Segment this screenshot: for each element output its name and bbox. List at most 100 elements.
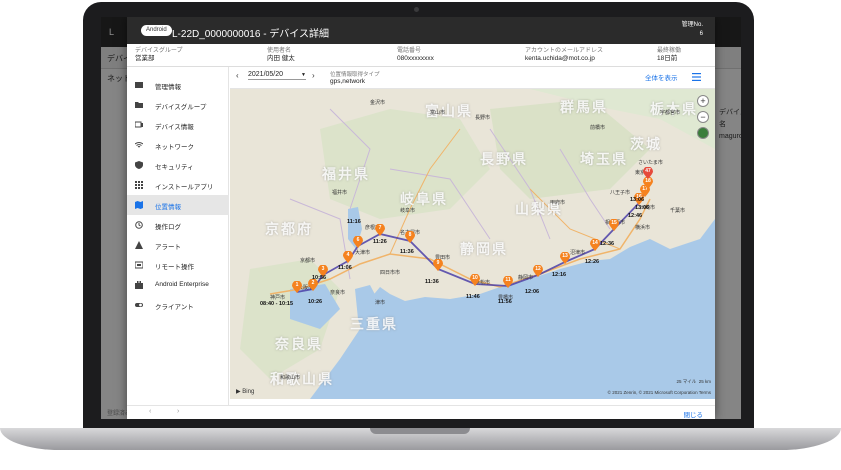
info-device-group: デバイスグループ 営業部 (135, 48, 183, 62)
map-region-label: 三重県 (350, 316, 398, 332)
pin-number: 12 (535, 266, 541, 272)
map-region-label: 福井県 (322, 166, 370, 182)
laptop-frame: L デバイス ネットワーク デバイス名maguro 登録済み Android L… (0, 0, 841, 470)
close-button[interactable]: 閉じる (684, 409, 704, 419)
device-info-row: デバイスグループ 営業部 使用者名 内田 健太 電話番号 080xxxxxxxx アカ… (127, 44, 715, 67)
sidebar-item-label: クライアント (155, 304, 194, 311)
pin-time-label: 11:06 (338, 265, 352, 271)
location-pin[interactable]: 47 (643, 167, 653, 179)
map-city-label: 横浜市 (635, 225, 651, 231)
zoom-in-button[interactable]: + (697, 95, 709, 107)
location-map[interactable]: 富山県 群馬県 長野県 埼玉県 福井県 岐阜県 山梨県 京都府 静岡県 三重県 奈良県 和歌山県 茨城栃… (230, 89, 715, 399)
location-pin[interactable]: 13 (560, 252, 570, 264)
pin-number: 11 (505, 277, 511, 283)
mgmt-number: 管理No. 6 (682, 21, 703, 39)
location-pin[interactable]: 11 (503, 276, 513, 288)
sidebar-item-history[interactable]: 操作ログ (127, 215, 229, 235)
briefcase-icon (135, 281, 143, 289)
pin-time-label: 11:26 (373, 239, 387, 245)
location-type-label: 位置情報取得タイプ (330, 72, 380, 78)
location-pin[interactable]: 1 (292, 281, 302, 293)
map-scale: 25 マイル 25 km (676, 379, 711, 384)
next-date-button[interactable]: › (312, 71, 315, 80)
wifi-icon (135, 142, 143, 148)
locate-button[interactable] (697, 127, 709, 139)
sidebar-item-folder[interactable]: デバイスグループ (127, 95, 229, 115)
prev-date-button[interactable]: ‹ (236, 71, 239, 80)
card-icon (135, 82, 143, 88)
sidebar-item-wifi[interactable]: ネットワーク (127, 135, 229, 155)
sidebar-item-grid[interactable]: インストールアプリ (127, 175, 229, 195)
map-toolbar: ‹ 2021/05/20 ▼ › 位置情報取得タイプ gps,network 全体… (230, 67, 715, 89)
sidebar-item-label: アラート (155, 244, 181, 251)
sidebar-item-label: ネットワーク (155, 144, 194, 151)
location-pin[interactable]: 14 (590, 239, 600, 251)
sidebar-item-briefcase[interactable]: Android Enterprise (127, 275, 229, 295)
map-city-label: 八王子市 (610, 190, 631, 196)
map-icon (135, 201, 143, 209)
location-pin[interactable]: 12 (533, 265, 543, 277)
pin-number: 1 (295, 282, 299, 288)
pin-number: 13 (562, 253, 568, 259)
mgmt-number-value: 6 (699, 31, 703, 37)
modal-footer: ‹ › 閉じる (127, 405, 715, 419)
map-city-label: 富山市 (430, 110, 446, 116)
location-pin[interactable]: 15 (609, 219, 619, 231)
history-icon (135, 221, 143, 229)
location-pin[interactable]: 4 (343, 251, 353, 263)
pin-time-label: 11:36 (400, 249, 414, 255)
location-pin[interactable]: 10 (470, 274, 480, 286)
location-pin[interactable]: 7 (375, 224, 385, 236)
map-city-label: 神戸市 (270, 295, 286, 301)
location-pin[interactable]: 9 (433, 259, 443, 271)
map-city-label: 奈良市 (330, 290, 346, 296)
zoom-out-button[interactable]: − (697, 111, 709, 123)
sidebar-item-card[interactable]: 管理情報 (127, 75, 229, 95)
pin-time-label: 12:06 (525, 289, 540, 295)
mgmt-number-label: 管理No. (681, 22, 703, 28)
info-phone: 電話番号 080xxxxxxxx (397, 48, 434, 62)
map-region-label: 群馬県 (560, 99, 608, 115)
sidebar-item-label: デバイス情報 (155, 124, 194, 131)
pin-time-label: 08:40 - 10:15 (260, 301, 294, 307)
pin-time-label: 11:46 (466, 294, 480, 300)
list-icon[interactable] (692, 73, 701, 81)
laptop-notch (370, 428, 470, 434)
map-city-label: 沼津市 (570, 250, 586, 256)
date-select[interactable]: 2021/05/20 ▼ (248, 71, 306, 80)
sidebar-item-warning[interactable]: アラート (127, 235, 229, 255)
pin-time-label: 12:46 (628, 213, 643, 219)
location-pin[interactable]: 8 (405, 231, 415, 243)
pin-number: 8 (408, 232, 412, 238)
sidebar-item-remote[interactable]: リモート操作 (127, 255, 229, 275)
next-device-button[interactable]: › (177, 408, 179, 415)
camera (414, 7, 419, 12)
pin-number: 3 (321, 266, 325, 272)
sidebar-item-label: Android Enterprise (155, 281, 209, 288)
map-city-label: 四日市市 (380, 270, 401, 276)
map-city-label: 津市 (375, 300, 386, 306)
pin-time-label: 13:06 (635, 205, 650, 211)
os-badge: Android (141, 25, 172, 36)
map-region-label: 長野県 (480, 151, 528, 167)
sidebar-item-device[interactable]: デバイス情報 (127, 115, 229, 135)
sidebar-item-shield[interactable]: セキュリティ (127, 155, 229, 175)
show-all-link[interactable]: 全体を表示 (645, 72, 678, 82)
bing-logo: ▶ Bing (236, 389, 255, 395)
remote-icon (135, 261, 143, 269)
info-user-name: 使用者名 内田 健太 (267, 48, 295, 62)
map-city-label: 金沢市 (370, 100, 386, 106)
prev-device-button[interactable]: ‹ (149, 408, 151, 415)
sidebar-item-toggle[interactable]: クライアント (127, 295, 229, 315)
modal-header: Android L-22D_0000000016 - デバイス詳細 管理No. … (127, 17, 715, 44)
sidebar-item-map[interactable]: 位置情報 (127, 195, 229, 215)
pin-number: 7 (378, 225, 382, 231)
map-city-label: 福井市 (332, 190, 348, 196)
sidebar-item-label: リモート操作 (155, 264, 194, 271)
location-pin[interactable]: 6 (353, 236, 363, 248)
map-copyright: © 2021 Zenrin, © 2021 Microsoft Corporat… (607, 390, 711, 395)
map-region-label: 岐阜県 (400, 191, 448, 207)
sidebar-item-label: インストールアプリ (155, 184, 214, 191)
info-account-email: アカウントのメールアドレス kenta.uchida@mot.co.jp (525, 48, 604, 62)
pin-number: 6 (356, 237, 360, 243)
